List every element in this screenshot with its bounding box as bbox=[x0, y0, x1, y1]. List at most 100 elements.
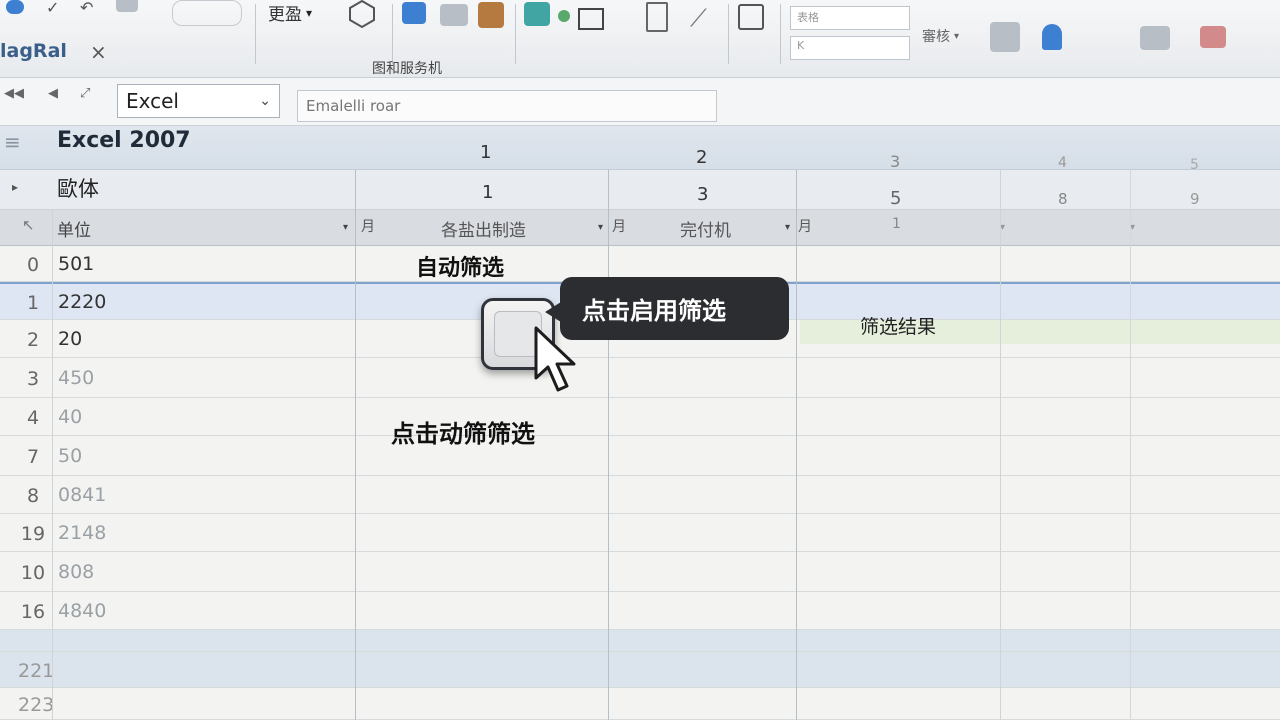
header-col2: 完付机 bbox=[680, 221, 731, 241]
column-divider bbox=[52, 210, 53, 720]
column-number: 8 bbox=[1058, 190, 1068, 208]
cell-value[interactable]: 0841 bbox=[58, 484, 106, 506]
row-number: 7 bbox=[26, 446, 40, 468]
filter-arrow-icon[interactable]: ▾ bbox=[598, 222, 603, 233]
expand-icon[interactable]: ⤢ bbox=[80, 86, 90, 101]
row-number: 223 bbox=[18, 694, 55, 716]
cell-value[interactable]: 501 bbox=[58, 253, 94, 275]
cell-value[interactable]: 20 bbox=[58, 328, 82, 350]
theme-icon[interactable] bbox=[524, 2, 550, 26]
row-number: 19 bbox=[20, 523, 46, 545]
header-unit: 单位 bbox=[57, 221, 91, 241]
row-number: 221 bbox=[18, 660, 55, 682]
protect-icon[interactable] bbox=[1140, 26, 1170, 50]
first-page-icon[interactable]: ◀◀ bbox=[4, 86, 24, 101]
play-icon[interactable] bbox=[558, 10, 570, 22]
row-number: 4 bbox=[26, 407, 40, 429]
column-number: 9 bbox=[1190, 190, 1200, 208]
header-prefix: 月 bbox=[612, 219, 626, 235]
format-painter-icon[interactable] bbox=[116, 0, 138, 12]
column-number: 3 bbox=[697, 184, 709, 205]
user-icon[interactable] bbox=[1042, 24, 1062, 50]
insert-shape-icon[interactable] bbox=[402, 2, 426, 24]
header-col1: 各盐出制造 bbox=[441, 221, 526, 241]
auto-filter-label: 自动筛选 bbox=[416, 256, 505, 281]
chevron-down-icon: ▾ bbox=[306, 5, 313, 20]
header-col3: 1 bbox=[892, 216, 901, 232]
cell-value[interactable]: 4840 bbox=[58, 600, 106, 622]
header-prefix: 月 bbox=[798, 219, 812, 235]
table-row[interactable]: 10 808 bbox=[0, 552, 1280, 592]
style-box-top-text: 表格 bbox=[797, 11, 819, 24]
style-box-bottom[interactable]: K bbox=[790, 36, 910, 60]
table-row[interactable] bbox=[0, 630, 1280, 652]
chart-icon[interactable] bbox=[478, 2, 504, 28]
column-divider bbox=[1000, 170, 1001, 720]
column-number: 2 bbox=[696, 147, 708, 168]
cell-value[interactable]: 50 bbox=[58, 445, 82, 467]
style-box-top[interactable]: 表格 bbox=[790, 6, 910, 30]
line-icon[interactable]: ⟋ bbox=[690, 4, 707, 32]
table-row[interactable]: 223 bbox=[0, 688, 1280, 720]
group-label[interactable]: 更盈 ▾ bbox=[268, 0, 312, 25]
font-label: 歐体 bbox=[57, 177, 99, 201]
row-number: 1 bbox=[26, 292, 40, 314]
rectangle-icon[interactable] bbox=[578, 8, 604, 30]
cell-value[interactable]: 40 bbox=[58, 406, 82, 428]
column-divider bbox=[608, 170, 609, 720]
comment-shape-icon[interactable] bbox=[172, 0, 242, 26]
column-number: 3 bbox=[890, 152, 901, 171]
corner-icon[interactable]: ↖ bbox=[22, 216, 35, 234]
sheet-tab-label[interactable]: lagRal bbox=[0, 40, 67, 62]
picture-icon[interactable] bbox=[440, 4, 468, 26]
table-row[interactable]: 19 2148 bbox=[0, 514, 1280, 552]
version-label: Excel 2007 bbox=[57, 128, 191, 153]
header-prefix: 月 bbox=[361, 219, 375, 235]
bullet-icon: ▸ bbox=[12, 180, 19, 194]
row-number: 16 bbox=[20, 601, 46, 623]
table-row[interactable]: 8 0841 bbox=[0, 476, 1280, 514]
row-number: 8 bbox=[26, 485, 40, 507]
cell-value[interactable]: 2220 bbox=[58, 291, 106, 313]
style-box-bottom-text: K bbox=[797, 39, 805, 52]
menu-icon[interactable]: ≡ bbox=[4, 130, 21, 154]
table-row[interactable]: 7 50 bbox=[0, 436, 1280, 476]
column-number-strip bbox=[0, 126, 1280, 170]
row-number: 3 bbox=[26, 368, 40, 390]
chevron-down-icon: ▾ bbox=[954, 30, 960, 42]
group-label-text: 更盈 bbox=[268, 5, 302, 25]
cell-value[interactable]: 2148 bbox=[58, 522, 106, 544]
table-row[interactable]: 4 40 bbox=[0, 398, 1280, 436]
table-row[interactable]: 221 bbox=[0, 652, 1280, 688]
export-icon[interactable] bbox=[738, 4, 764, 30]
close-icon[interactable]: × bbox=[90, 40, 107, 64]
cell-value[interactable]: 450 bbox=[58, 367, 94, 389]
check-icon[interactable]: ✓ bbox=[46, 0, 59, 17]
undo-icon[interactable]: ↶ bbox=[80, 0, 93, 17]
app-select[interactable]: Excel ⌄ bbox=[117, 84, 280, 118]
row-number: 10 bbox=[20, 562, 46, 584]
globe-icon[interactable] bbox=[6, 0, 24, 14]
filter-arrow-icon[interactable]: ▾ bbox=[343, 222, 348, 233]
review-label: 審核 bbox=[922, 29, 950, 45]
column-divider bbox=[355, 170, 356, 720]
chevron-down-icon: ⌄ bbox=[259, 93, 271, 109]
enable-filter-tooltip: 点击启用筛选 bbox=[560, 277, 789, 340]
row-number: 2 bbox=[26, 329, 40, 351]
share-icon[interactable] bbox=[1200, 26, 1226, 48]
filter-result-label: 筛选结果 bbox=[860, 316, 937, 338]
filter-arrow-icon[interactable]: ▾ bbox=[785, 222, 790, 233]
table-row[interactable]: 16 4840 bbox=[0, 592, 1280, 630]
review-dropdown[interactable]: 審核 ▾ bbox=[922, 26, 959, 46]
hexagon-shape-icon[interactable] bbox=[346, 0, 378, 30]
table-row[interactable]: 3 450 bbox=[0, 358, 1280, 398]
font-row bbox=[0, 170, 1280, 210]
spell-icon[interactable] bbox=[990, 22, 1020, 52]
click-hint-label: 点击动筛筛选 bbox=[391, 420, 535, 448]
ribbon: ✓ ↶ 更盈 ▾ ⟋ 表格 K 審核 ▾ bbox=[0, 0, 1280, 78]
previous-page-icon[interactable]: ◀ bbox=[48, 86, 58, 101]
document-icon[interactable] bbox=[646, 2, 668, 32]
formula-input[interactable] bbox=[297, 90, 717, 122]
window-title: 图和服务机 bbox=[372, 61, 442, 77]
cell-value[interactable]: 808 bbox=[58, 561, 94, 583]
